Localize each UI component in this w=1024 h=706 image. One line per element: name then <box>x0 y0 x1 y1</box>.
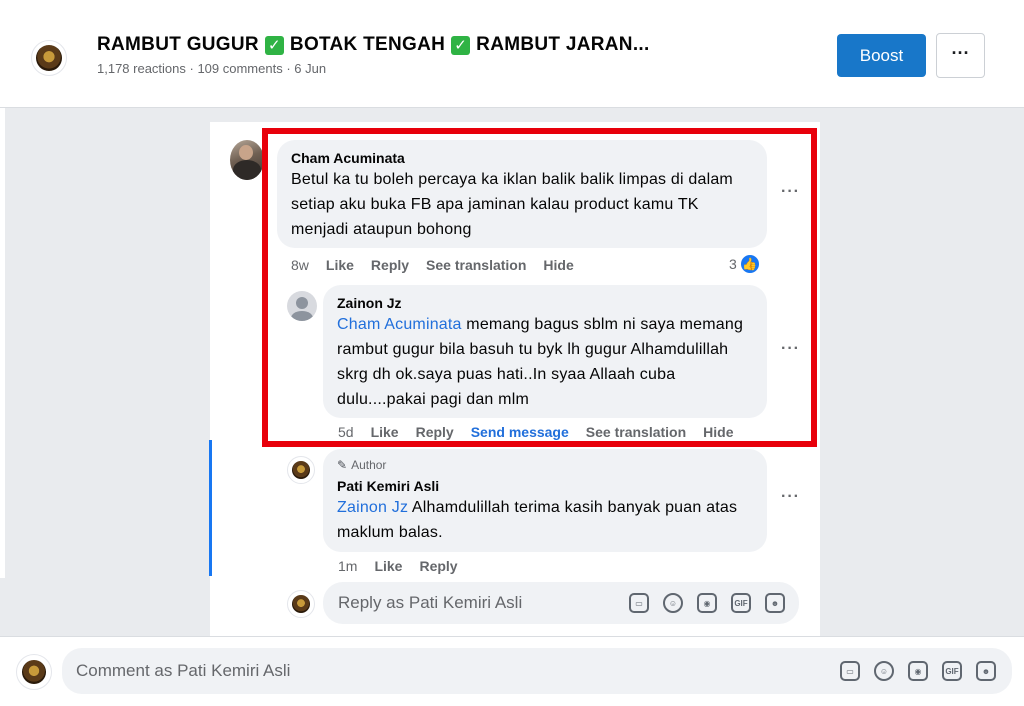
comment-box[interactable]: ▭ ☺ ◉ GIF ☻ <box>62 648 1012 694</box>
boost-button[interactable]: Boost <box>837 34 926 77</box>
comment-footer: ▭ ☺ ◉ GIF ☻ <box>0 636 1024 706</box>
left-divider <box>0 108 5 578</box>
see-translation-button[interactable]: See translation <box>586 424 686 440</box>
comment-time[interactable]: 8w <box>291 257 309 273</box>
camera-icon[interactable]: ◉ <box>908 661 928 681</box>
comment-time[interactable]: 1m <box>338 558 357 574</box>
like-button[interactable]: Like <box>326 257 354 273</box>
comment-time[interactable]: 5d <box>338 424 354 440</box>
avatar[interactable] <box>287 456 315 484</box>
avatar[interactable] <box>287 291 317 321</box>
post-meta: 1,178 reactions · 109 comments · 6 Jun <box>97 61 327 76</box>
avatar[interactable] <box>230 140 264 180</box>
mention-link[interactable]: Cham Acuminata <box>337 316 462 333</box>
checkmark-icon: ✓ <box>451 35 471 55</box>
avatar <box>287 590 315 618</box>
comment-author[interactable]: Cham Acuminata <box>291 149 753 167</box>
emoji-icon[interactable]: ☺ <box>663 593 683 613</box>
reply-box[interactable]: ▭ ☺ ◉ GIF ☻ <box>323 582 799 624</box>
title-part-3: RAMBUT JARAN... <box>476 34 650 55</box>
avatar <box>16 654 52 690</box>
send-message-button[interactable]: Send message <box>471 424 569 440</box>
pencil-icon: ✎ <box>337 458 348 472</box>
reply-bubble: Zainon Jz Cham Acuminata memang bagus sb… <box>323 285 767 418</box>
page-avatar[interactable] <box>31 40 67 76</box>
gif-icon[interactable]: GIF <box>942 661 962 681</box>
thumbs-up-icon: 👍 <box>738 253 761 275</box>
more-options-button[interactable]: ··· <box>936 33 985 78</box>
comment-text: Cham Acuminata memang bagus sblm ni saya… <box>337 312 753 412</box>
comment-text: Zainon Jz Alhamdulillah terima kasih ban… <box>337 495 753 545</box>
reply-button[interactable]: Reply <box>416 424 454 440</box>
comment-actions: 5d Like Reply Send message See translati… <box>338 424 751 440</box>
comment-more-icon[interactable]: ··· <box>781 488 800 506</box>
title-part-1: RAMBUT GUGUR <box>97 34 259 55</box>
comment-text: Betul ka tu boleh percaya ka iklan balik… <box>291 171 733 238</box>
reply-tools: ▭ ☺ ◉ GIF ☻ <box>629 593 785 613</box>
comment-more-icon[interactable]: ··· <box>781 340 800 358</box>
comment-tools: ▭ ☺ ◉ GIF ☻ <box>840 661 996 681</box>
hide-button[interactable]: Hide <box>543 257 573 273</box>
author-label: Author <box>351 458 387 472</box>
avatar-sticker-icon[interactable]: ☻ <box>765 593 785 613</box>
see-translation-button[interactable]: See translation <box>426 257 526 273</box>
checkmark-icon: ✓ <box>264 35 284 55</box>
comment-more-icon[interactable]: ··· <box>781 183 800 201</box>
hide-button[interactable]: Hide <box>703 424 733 440</box>
comment-actions: 1m Like Reply <box>338 558 475 574</box>
comment-author[interactable]: Zainon Jz <box>337 294 753 312</box>
comment-input[interactable] <box>76 661 840 681</box>
emoji-icon[interactable]: ☺ <box>874 661 894 681</box>
reply-button[interactable]: Reply <box>371 257 409 273</box>
reply-bubble: ✎ Author Pati Kemiri Asli Zainon Jz Alham… <box>323 449 767 552</box>
reply-input[interactable] <box>338 593 629 613</box>
reaction-count[interactable]: 3 👍 <box>729 253 761 275</box>
gif-icon[interactable]: GIF <box>731 593 751 613</box>
post-header: RAMBUT GUGUR ✓ BOTAK TENGAH ✓ RAMBUT JAR… <box>0 0 1024 108</box>
thread-line <box>209 440 212 576</box>
sticker-icon[interactable]: ▭ <box>629 593 649 613</box>
mention-link[interactable]: Zainon Jz <box>337 499 408 516</box>
comment-author[interactable]: Pati Kemiri Asli <box>337 477 753 495</box>
like-button[interactable]: Like <box>371 424 399 440</box>
comment-bubble: Cham Acuminata Betul ka tu boleh percaya… <box>277 140 767 248</box>
sticker-icon[interactable]: ▭ <box>840 661 860 681</box>
comment-actions: 8w Like Reply See translation Hide <box>291 257 591 273</box>
author-badge: ✎ Author <box>337 457 753 473</box>
reply-button[interactable]: Reply <box>419 558 457 574</box>
avatar-sticker-icon[interactable]: ☻ <box>976 661 996 681</box>
camera-icon[interactable]: ◉ <box>697 593 717 613</box>
title-part-2: BOTAK TENGAH <box>289 34 446 55</box>
like-button[interactable]: Like <box>374 558 402 574</box>
post-title[interactable]: RAMBUT GUGUR ✓ BOTAK TENGAH ✓ RAMBUT JAR… <box>97 34 650 56</box>
reaction-number: 3 <box>729 256 737 272</box>
